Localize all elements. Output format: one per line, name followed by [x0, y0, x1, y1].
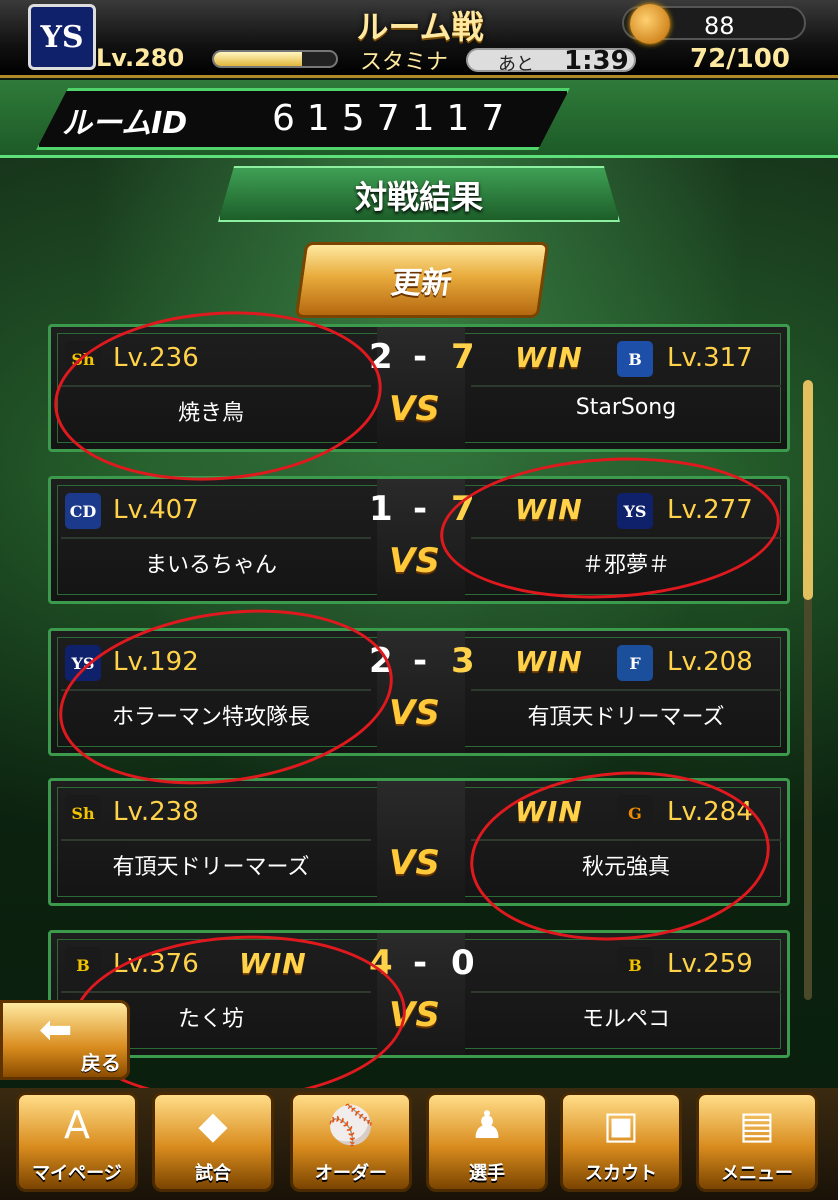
win-badge: WIN [515, 645, 583, 678]
stamina-bar [212, 50, 338, 68]
player-level: Lv.280 [96, 44, 185, 72]
nav-label: オーダー [315, 1163, 387, 1184]
timer-value: 1:39 [564, 46, 629, 76]
back-button-label: 戻る [81, 1051, 121, 1075]
nav-item[interactable]: ⚾ オーダー [290, 1092, 412, 1192]
score-separator: - [413, 489, 428, 529]
nav-label: マイページ [32, 1163, 122, 1184]
win-badge: WIN [515, 341, 583, 374]
divider [61, 839, 371, 841]
nav-label: メニュー [721, 1163, 793, 1184]
top-status-bar: YS ルーム戦 88 Lv.280 スタミナ あと 1:39 72/100 [0, 0, 838, 78]
divider [471, 385, 781, 387]
vs-label: VS [389, 843, 440, 883]
team-logo-icon: B [617, 341, 653, 377]
nav-label: 試合 [195, 1163, 231, 1184]
divider [471, 689, 781, 691]
back-button[interactable]: ⬅ 戻る [0, 1000, 130, 1080]
score-separator: - [413, 943, 428, 983]
stamina-timer: あと 1:39 [466, 46, 636, 76]
team-logo-icon: Sh [65, 795, 101, 831]
nav-item[interactable]: A マイページ [16, 1092, 138, 1192]
vs-label: VS [389, 389, 440, 429]
right-player-name: StarSong [575, 395, 677, 420]
divider [61, 537, 371, 539]
currency-display[interactable]: 88 [622, 4, 806, 44]
nav-icon: ▣ [603, 1103, 639, 1147]
right-score: 3 [451, 641, 475, 681]
nav-icon: ◆ [198, 1103, 228, 1147]
right-player-level: Lv.259 [667, 949, 753, 979]
nav-item[interactable]: ▣ スカウト [560, 1092, 682, 1192]
refresh-button[interactable]: 更新 [294, 242, 550, 318]
back-arrow-icon: ⬅ [39, 1007, 73, 1053]
room-id-label: ルームID [62, 106, 188, 141]
room-id-value: 6157117 [272, 98, 517, 139]
nav-label: 選手 [469, 1163, 505, 1184]
right-player-level: Lv.317 [667, 343, 753, 373]
team-logo-icon: F [617, 645, 653, 681]
stamina-bar-fill [214, 52, 302, 66]
coin-icon [630, 4, 670, 44]
stamina-label: スタミナ [360, 50, 449, 75]
left-player-name: 有頂天ドリーマーズ [112, 855, 310, 880]
right-score: 7 [451, 337, 475, 377]
score-band [377, 781, 465, 903]
left-player-level: Lv.238 [113, 797, 199, 827]
nav-label: スカウト [585, 1163, 657, 1184]
scrollbar-thumb[interactable] [803, 380, 813, 600]
right-player-level: Lv.208 [667, 647, 753, 677]
timer-label: あと [498, 54, 534, 75]
nav-item[interactable]: ▤ メニュー [696, 1092, 818, 1192]
divider [471, 991, 781, 993]
stamina-value: 72/100 [690, 44, 790, 74]
vs-label: VS [389, 693, 440, 733]
left-player-level: Lv.407 [113, 495, 199, 525]
team-logo-icon: B [617, 947, 653, 983]
score-separator: - [413, 641, 428, 681]
left-player-name: まいるちゃん [144, 553, 277, 578]
team-logo-icon: B [65, 947, 101, 983]
team-logo-icon: CD [65, 493, 101, 529]
nav-item[interactable]: ♟ 選手 [426, 1092, 548, 1192]
currency-value: 88 [704, 12, 735, 40]
screen-title: ルーム戦 [356, 8, 484, 46]
nav-icon: ♟ [469, 1103, 505, 1147]
section-title: 対戦結果 [354, 178, 483, 216]
team-emblem-icon[interactable]: YS [28, 4, 96, 70]
vs-label: VS [389, 541, 440, 581]
right-score: 0 [451, 943, 475, 983]
score-separator: - [413, 337, 428, 377]
right-player-name: モルペコ [581, 1007, 670, 1032]
nav-icon: ▤ [739, 1103, 775, 1147]
nav-icon: ⚾ [327, 1103, 375, 1147]
left-score: 1 [369, 489, 393, 529]
right-player-name: 有頂天ドリーマーズ [527, 705, 725, 730]
nav-item[interactable]: ◆ 試合 [152, 1092, 274, 1192]
nav-icon: A [64, 1103, 90, 1147]
